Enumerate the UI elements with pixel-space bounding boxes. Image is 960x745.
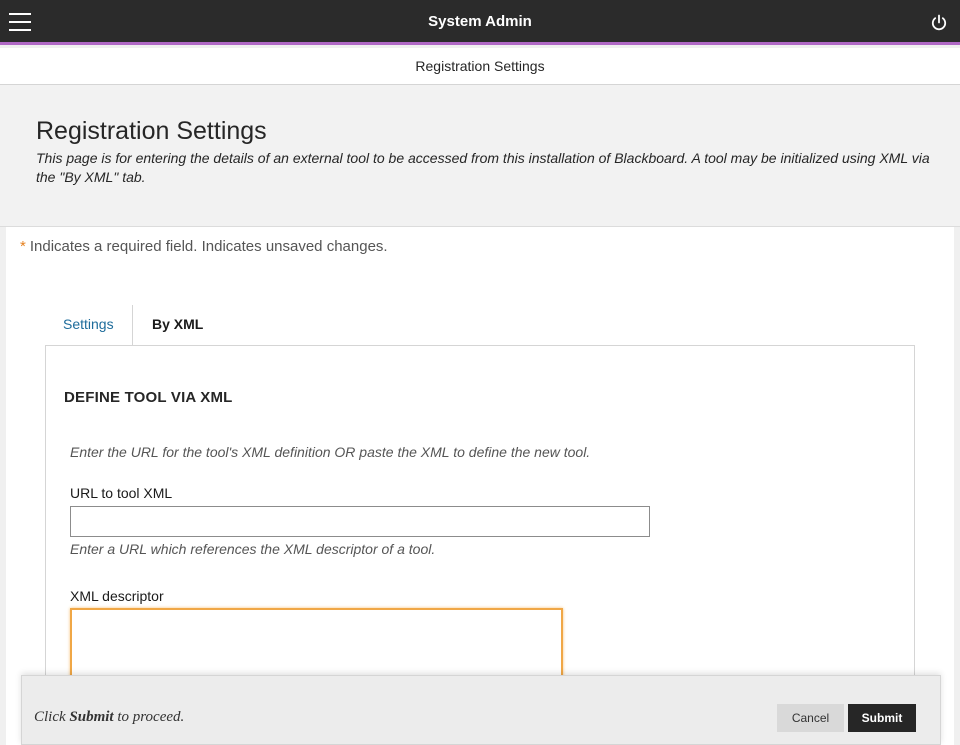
xml-descriptor-label: XML descriptor <box>70 588 164 604</box>
url-to-tool-xml-input[interactable] <box>70 506 650 537</box>
tab-settings[interactable]: Settings <box>45 305 133 345</box>
required-note-text: Indicates a required field. Indicates un… <box>29 238 388 255</box>
page-header: Registration Settings This page is for e… <box>0 85 960 227</box>
top-nav-bar: System Admin <box>0 0 960 45</box>
submit-instruction-prefix: Click <box>34 709 70 725</box>
cancel-button[interactable]: Cancel <box>777 704 844 732</box>
tab-by-xml[interactable]: By XML <box>134 305 221 345</box>
url-field-label: URL to tool XML <box>70 485 173 501</box>
required-star-icon: * <box>20 238 26 255</box>
instructions-text: Enter the URL for the tool's XML definit… <box>70 444 591 460</box>
submit-instruction: Click Submit to proceed. <box>34 709 184 726</box>
url-help-text: Enter a URL which references the XML des… <box>70 541 436 557</box>
submit-bar: Click Submit to proceed. Cancel Submit <box>21 675 941 745</box>
required-field-note: * Indicates a required field. Indicates u… <box>20 238 388 255</box>
page-title: Registration Settings <box>36 117 267 145</box>
submit-instruction-suffix: to proceed. <box>113 709 185 725</box>
app-title: System Admin <box>428 13 532 30</box>
submit-button[interactable]: Submit <box>848 704 916 732</box>
content-area: * Indicates a required field. Indicates u… <box>6 227 954 745</box>
power-icon[interactable] <box>930 14 948 32</box>
breadcrumb: Registration Settings <box>0 48 960 85</box>
section-heading: DEFINE TOOL VIA XML <box>64 389 233 406</box>
page-description: This page is for entering the details of… <box>36 150 930 185</box>
submit-instruction-bold: Submit <box>69 709 114 725</box>
